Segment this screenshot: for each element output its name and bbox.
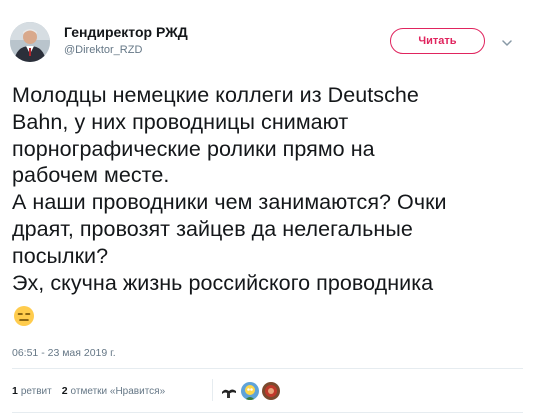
author-display-name[interactable]: Гендиректор РЖД xyxy=(64,24,188,40)
divider xyxy=(12,412,523,413)
likes-label: отметки «Нравится» xyxy=(70,386,166,397)
tweet-text-line: А наши проводники чем занимаются? Очки xyxy=(12,190,447,215)
author-avatar[interactable] xyxy=(10,22,50,62)
tweet-text-line: посылки? xyxy=(12,243,109,268)
tweet-card: Гендиректор РЖД @Direktor_RZD Читать Мол… xyxy=(0,0,535,418)
author-handle[interactable]: @Direktor_RZD xyxy=(64,44,142,56)
liker-avatar-3[interactable] xyxy=(262,382,280,400)
likes-count: 2 xyxy=(61,385,68,397)
retweets-stat[interactable]: 1 ретвит xyxy=(12,385,52,397)
retweets-label: ретвит xyxy=(20,386,52,397)
retweets-count: 1 xyxy=(12,385,18,397)
tweet-timestamp[interactable]: 06:51 - 23 мая 2019 г. xyxy=(12,347,116,359)
tweet-stats: 1 ретвит 2 отметки «Нравится» xyxy=(12,385,165,397)
liker-avatar-1[interactable] xyxy=(220,382,238,400)
expressionless-face-icon xyxy=(13,305,35,327)
tweet-text-line: Эх, скучна жизнь российского проводника xyxy=(12,270,434,295)
tweet-text-line: Bahn, у них проводницы снимают xyxy=(12,109,349,134)
liker-avatar-2[interactable] xyxy=(241,382,259,400)
tweet-text-line: рабочем месте. xyxy=(12,163,170,188)
tweet-text-line: драят, провозят зайцев да нелегальные xyxy=(12,216,413,241)
tweet-text: Молодцы немецкие коллеги из Deutsche Bah… xyxy=(12,82,522,296)
likes-stat[interactable]: 2 отметки «Нравится» xyxy=(62,385,165,397)
tweet-text-line: порнографические ролики прямо на xyxy=(12,136,375,161)
stats-separator xyxy=(212,379,213,401)
divider xyxy=(12,368,523,369)
chevron-down-icon[interactable] xyxy=(500,36,514,50)
follow-button[interactable]: Читать xyxy=(390,28,485,54)
tweet-text-line: Молодцы немецкие коллеги из Deutsche xyxy=(12,83,419,107)
